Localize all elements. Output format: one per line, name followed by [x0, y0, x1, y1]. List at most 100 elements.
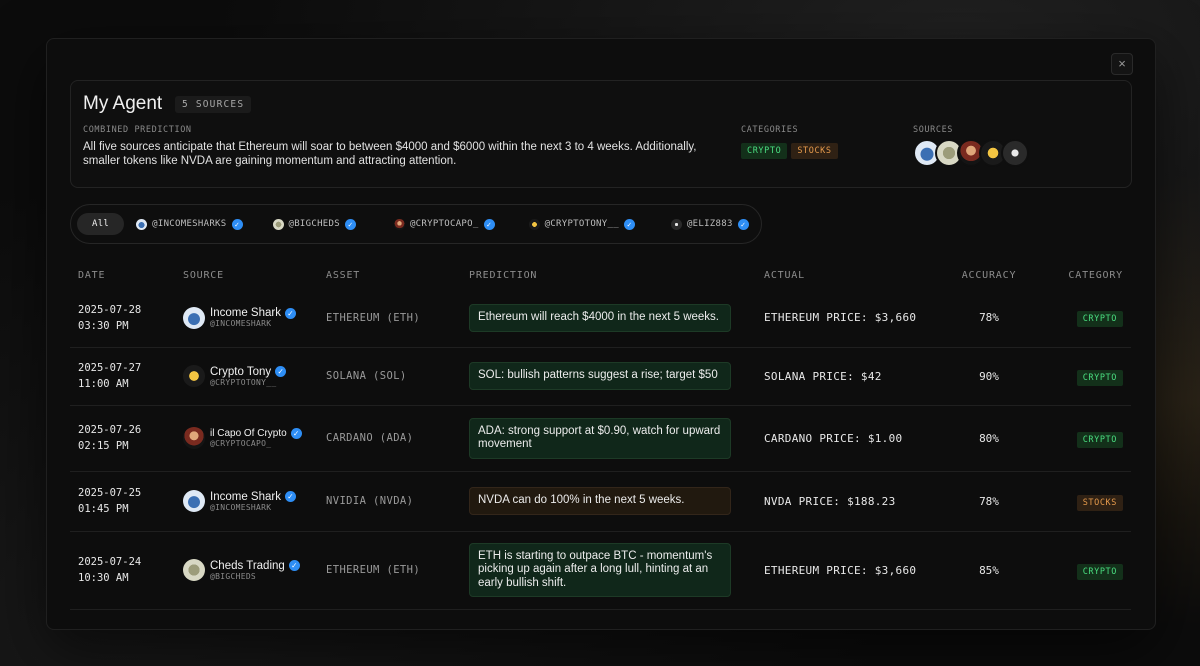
category-tag: STOCKS: [1076, 494, 1123, 511]
accuracy-cell: 80%: [939, 405, 1039, 472]
categories-tags: CRYPTO STOCKS: [741, 143, 838, 159]
prediction-text: Ethereum will reach $4000 in the next 5 …: [469, 304, 731, 332]
filter-cryptocapo[interactable]: @CRYPTOCAPO_ ✓: [393, 218, 495, 230]
row-time: 01:45 PM: [78, 503, 129, 515]
prediction-cell: ETH is starting to outpace BTC - momentu…: [469, 531, 764, 610]
source-cell[interactable]: Crypto Tony ✓ @CRYPTOTONY__: [183, 347, 326, 406]
source-name: Crypto Tony: [210, 365, 272, 378]
prediction-text: SOL: bullish patterns suggest a rise; ta…: [469, 362, 731, 390]
table-row[interactable]: 2025-07-24 10:30 AM Cheds Trading ✓ @BIGC…: [70, 531, 1131, 610]
asset-cell: SOLANA (SOL): [326, 347, 469, 406]
prediction-cell: NVDA can do 100% in the next 5 weeks.: [469, 471, 764, 532]
row-date: 2025-07-28: [78, 303, 142, 316]
row-time: 03:30 PM: [78, 319, 129, 332]
cheds-avatar: [183, 559, 205, 581]
column-header-source[interactable]: SOURCE: [183, 261, 326, 289]
column-header-prediction[interactable]: PREDICTION: [469, 261, 764, 289]
actual-cell: NVDA PRICE: $188.23: [764, 471, 939, 532]
column-header-actual[interactable]: ACTUAL: [764, 261, 939, 289]
table-header-row: DATE SOURCE ASSET PREDICTION ACTUAL ACCU…: [70, 261, 1131, 289]
accuracy-cell: 85%: [939, 531, 1039, 610]
date-cell: 2025-07-27 11:00 AM: [70, 347, 183, 406]
prediction-cell: Ethereum will reach $4000 in the next 5 …: [469, 289, 764, 348]
filter-incomesharks[interactable]: @INCOMESHARKS ✓: [136, 218, 243, 230]
actual-cell: CARDANO PRICE: $1.00: [764, 405, 939, 472]
row-time: 02:15 PM: [78, 440, 129, 452]
date-cell: 2025-07-24 10:30 AM: [70, 531, 183, 610]
source-filter-bar: All @INCOMESHARKS ✓ @BIGCHEDS ✓ @CRYPTOC…: [70, 204, 762, 244]
prediction-text: ADA: strong support at $0.90, watch for …: [469, 417, 731, 459]
filter-bigcheds[interactable]: @BIGCHEDS ✓: [272, 218, 356, 230]
source-handle: @CRYPTOTONY__: [210, 377, 277, 387]
verified-icon: ✓: [231, 218, 243, 230]
accuracy-cell: 90%: [939, 347, 1039, 406]
verified-icon: ✓: [623, 218, 635, 230]
filter-all-button[interactable]: All: [77, 213, 125, 235]
row-date: 2025-07-24: [78, 556, 142, 568]
filter-handle: @INCOMESHARKS: [152, 219, 227, 229]
verified-icon: ✓: [288, 560, 300, 571]
row-date: 2025-07-27: [78, 362, 142, 374]
prediction-cell: ADA: strong support at $0.90, watch for …: [469, 405, 764, 472]
filter-handle: @CRYPTOTONY__: [544, 219, 619, 229]
capo-avatar: [393, 218, 405, 230]
source-cell[interactable]: Income Shark ✓ @INCOMESHARK: [183, 289, 326, 348]
prediction-text: NVDA can do 100% in the next 5 weeks.: [469, 487, 731, 515]
tony-avatar: [183, 365, 205, 387]
category-cell: CRYPTO: [1039, 347, 1131, 406]
eliz-avatar: [670, 218, 682, 230]
asset-cell: NVIDIA (NVDA): [326, 471, 469, 532]
income-shark-avatar: [183, 490, 205, 512]
capo-avatar: [183, 427, 205, 449]
verified-icon: ✓: [483, 218, 495, 230]
actual-cell: ETHEREUM PRICE: $3,660: [764, 289, 939, 348]
asset-cell: ETHEREUM (ETH): [326, 531, 469, 610]
source-name: Income Shark: [210, 307, 281, 320]
verified-icon: ✓: [284, 307, 296, 319]
filter-eliz[interactable]: @ELIZ883 ✓: [670, 218, 749, 230]
source-cell[interactable]: Income Shark ✓ @INCOMESHARK: [183, 471, 326, 532]
table-row[interactable]: 2025-07-25 01:45 PM Income Shark ✓ @INCOM…: [70, 471, 1131, 532]
page-title: My Agent: [83, 93, 163, 114]
tony-avatar: [528, 218, 540, 230]
column-header-asset[interactable]: ASSET: [326, 261, 469, 289]
column-header-category[interactable]: CATEGORY: [1039, 261, 1131, 289]
date-cell: 2025-07-26 02:15 PM: [70, 405, 183, 472]
verified-icon: ✓: [290, 428, 302, 439]
source-cell[interactable]: il Capo Of Crypto ✓ @CRYPTOCAPO_: [183, 405, 326, 472]
table-row[interactable]: 2025-07-26 02:15 PM il Capo Of Crypto ✓ @…: [70, 405, 1131, 472]
source-handle: @CRYPTOCAPO_: [210, 439, 272, 448]
source-name: Cheds Trading: [210, 559, 285, 572]
actual-cell: SOLANA PRICE: $42: [764, 347, 939, 406]
prediction-text: ETH is starting to outpace BTC - momentu…: [469, 542, 731, 598]
asset-cell: CARDANO (ADA): [326, 405, 469, 472]
combined-prediction-text: All five sources anticipate that Ethereu…: [83, 141, 697, 167]
source-cell[interactable]: Cheds Trading ✓ @BIGCHEDS: [183, 531, 326, 610]
category-tag: CRYPTO: [1076, 311, 1123, 328]
categories-label: CATEGORIES: [741, 125, 799, 135]
predictions-table: DATE SOURCE ASSET PREDICTION ACTUAL ACCU…: [70, 261, 1131, 610]
verified-icon: ✓: [344, 218, 356, 230]
category-cell: CRYPTO: [1039, 531, 1131, 610]
date-cell: 2025-07-25 01:45 PM: [70, 471, 183, 532]
filter-cryptotony[interactable]: @CRYPTOTONY__ ✓: [528, 218, 635, 230]
category-cell: STOCKS: [1039, 471, 1131, 532]
category-tag: CRYPTO: [1076, 369, 1123, 386]
category-tag-stocks: STOCKS: [791, 143, 838, 159]
sources-count-badge: 5 SOURCES: [175, 96, 252, 113]
verified-icon: ✓: [284, 491, 296, 502]
category-tag: CRYPTO: [1076, 431, 1123, 448]
source-handle: @BIGCHEDS: [210, 571, 257, 581]
table-row[interactable]: 2025-07-28 03:30 PM Income Shark ✓ @INCOM…: [70, 289, 1131, 348]
row-time: 11:00 AM: [78, 378, 129, 390]
sources-avatar-stack: [913, 139, 1029, 167]
row-date: 2025-07-25: [78, 487, 142, 499]
actual-cell: ETHEREUM PRICE: $3,660: [764, 531, 939, 610]
column-header-accuracy[interactable]: ACCURACY: [939, 261, 1039, 289]
agent-modal: × My Agent 5 SOURCES COMBINED PREDICTION…: [46, 38, 1156, 630]
column-header-date[interactable]: DATE: [70, 261, 183, 289]
verified-icon: ✓: [275, 366, 287, 377]
table-row[interactable]: 2025-07-27 11:00 AM Crypto Tony ✓ @CRYPTO…: [70, 347, 1131, 406]
prediction-cell: SOL: bullish patterns suggest a rise; ta…: [469, 347, 764, 406]
close-icon[interactable]: ×: [1111, 53, 1133, 75]
